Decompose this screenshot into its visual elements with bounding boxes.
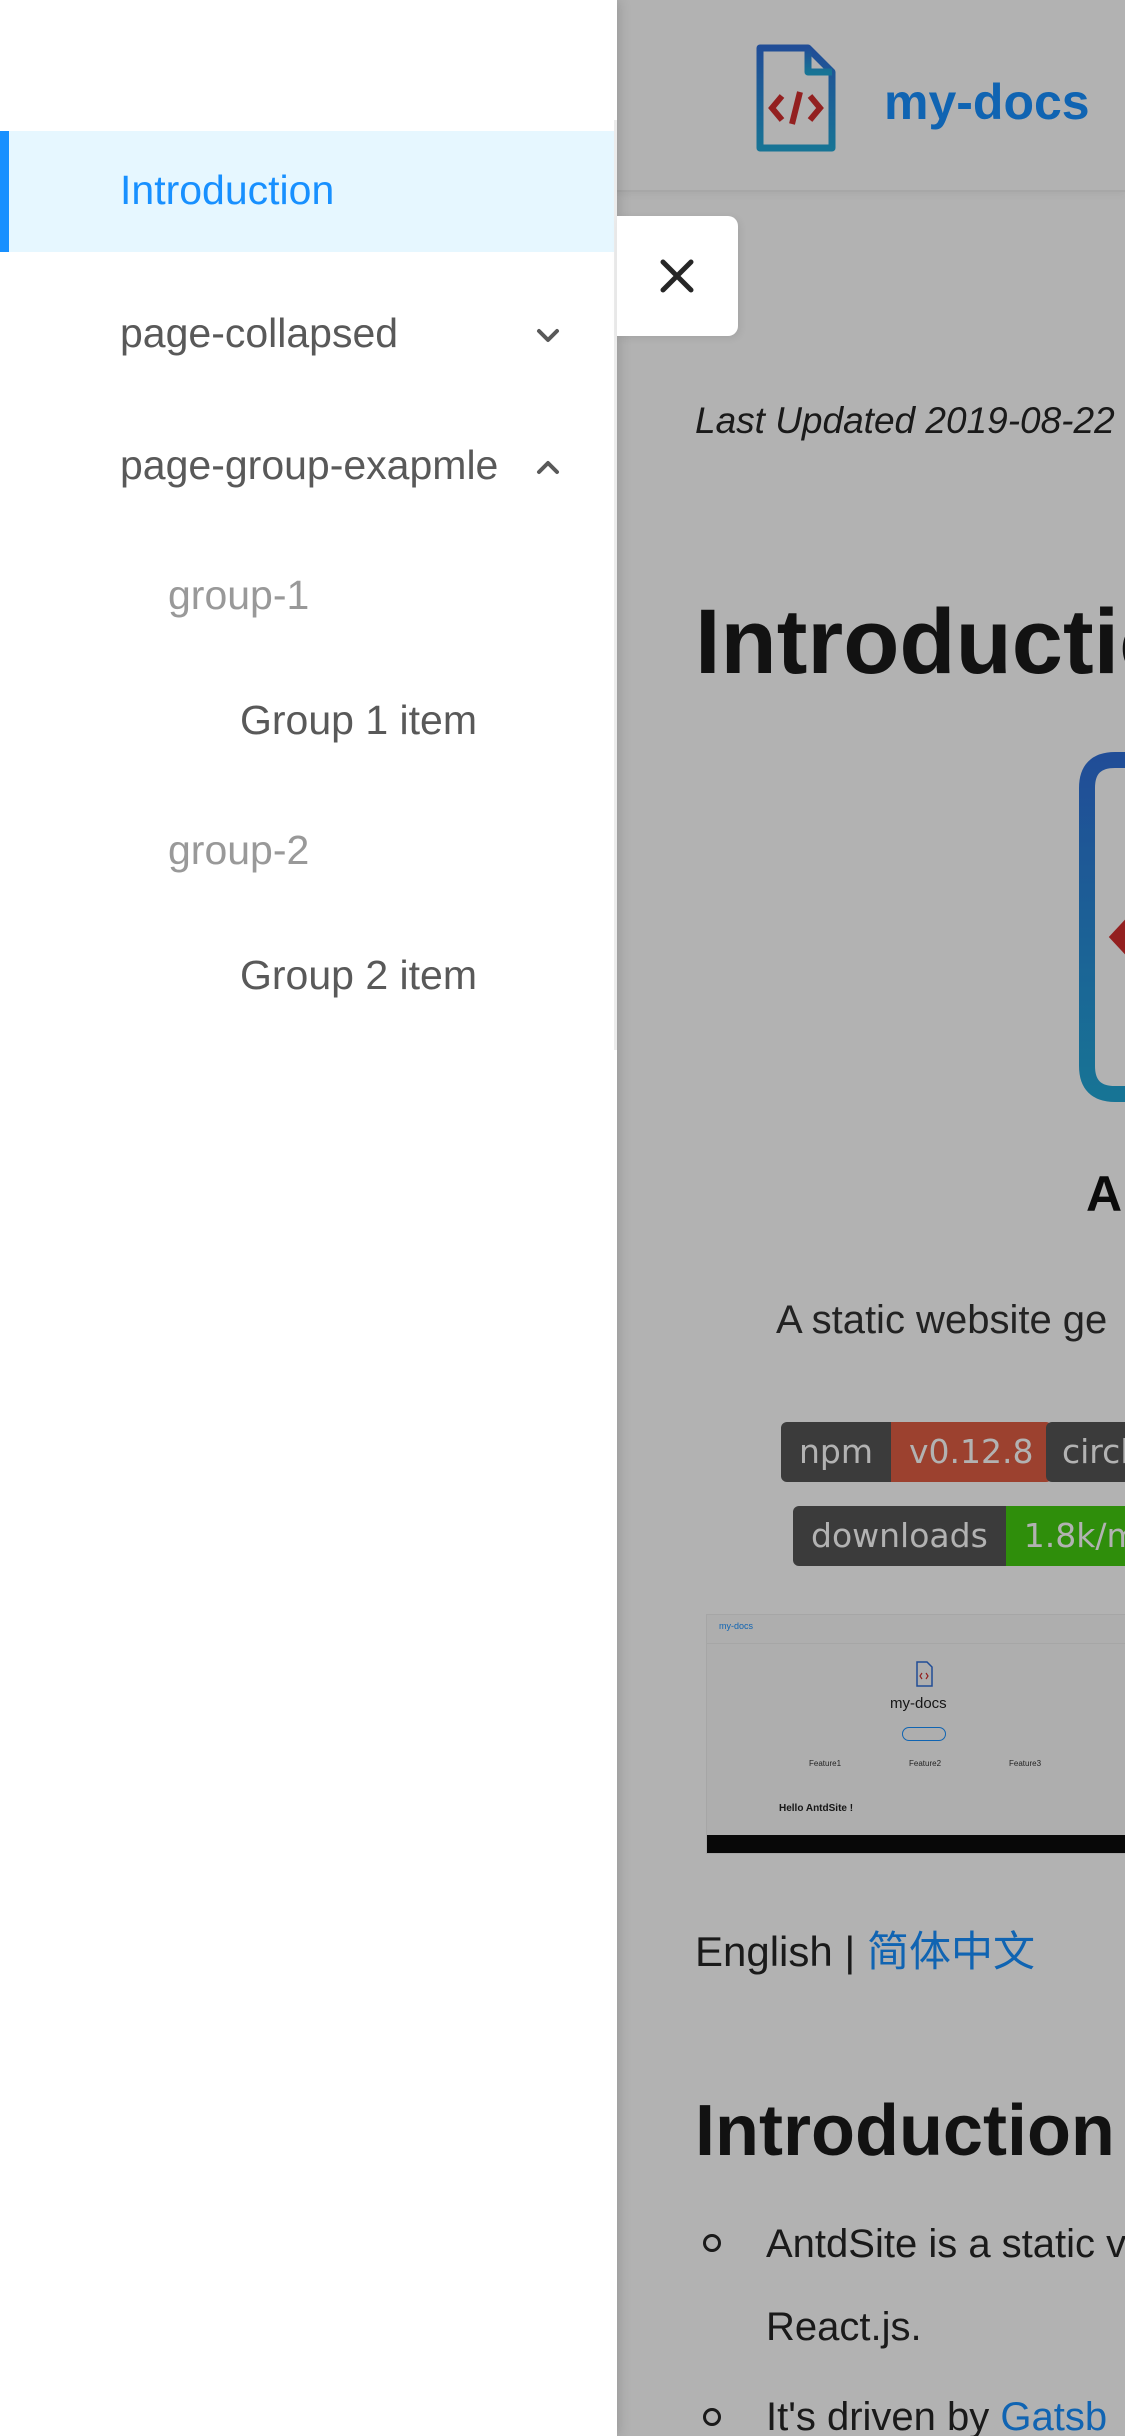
submenu-label: page-collapsed — [120, 310, 399, 356]
menu-item-group-1-item[interactable]: Group 1 item — [0, 675, 614, 771]
submenu-page-collapsed[interactable]: page-collapsed — [0, 286, 614, 386]
chevron-up-icon — [537, 461, 559, 474]
selected-indicator — [0, 131, 9, 252]
group-title: group-1 — [168, 572, 310, 618]
menu-item-label: Group 1 item — [240, 697, 477, 743]
menu-item-group-2-item[interactable]: Group 2 item — [0, 930, 614, 1026]
menu-item-introduction[interactable]: Introduction — [0, 131, 614, 252]
submenu-page-group-example[interactable]: page-group-exapmle — [0, 418, 614, 518]
submenu-label: page-group-exapmle — [120, 442, 499, 488]
close-icon — [660, 259, 694, 293]
group-title: group-2 — [168, 827, 310, 873]
chevron-down-icon — [537, 329, 559, 342]
drawer-close-button[interactable] — [617, 216, 738, 336]
navigation-drawer: Introduction page-collapsed page-group-e… — [0, 0, 617, 2436]
menu-item-label: Group 2 item — [240, 952, 477, 998]
menu-item-label: Introduction — [120, 167, 335, 213]
